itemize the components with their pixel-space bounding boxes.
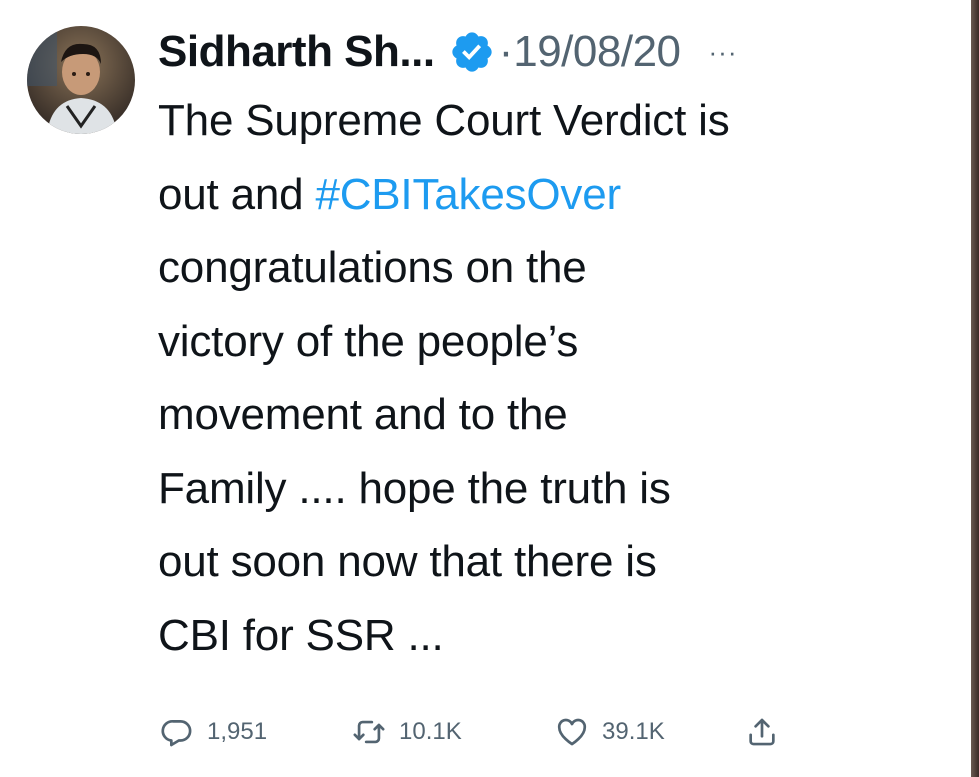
- retweet-count: 10.1K: [399, 718, 462, 745]
- photo-border: [971, 0, 979, 777]
- like-count: 39.1K: [602, 718, 665, 745]
- retweet-icon: [352, 715, 386, 749]
- like-icon: [555, 715, 589, 749]
- reply-icon: [160, 715, 194, 749]
- tweet-date[interactable]: 19/08/20: [513, 27, 681, 77]
- like-button[interactable]: 39.1K: [555, 712, 665, 752]
- more-options-icon[interactable]: ···: [709, 37, 738, 68]
- tweet-header: Sidharth Sh... · 19/08/20 ···: [158, 24, 738, 80]
- share-icon: [745, 715, 779, 749]
- verified-badge-icon: [449, 29, 495, 75]
- tweet-actions: 1,951 10.1K 39.1K: [0, 712, 979, 752]
- author-name[interactable]: Sidharth Sh...: [158, 27, 435, 77]
- share-button[interactable]: [745, 712, 779, 752]
- separator-dot: ·: [498, 27, 514, 76]
- tweet-text: The Supreme Court Verdict is out and #CB…: [158, 84, 948, 672]
- reply-button[interactable]: 1,951: [160, 712, 267, 752]
- avatar-image: [27, 26, 135, 134]
- hashtag-link[interactable]: #CBITakesOver: [315, 170, 621, 219]
- avatar[interactable]: [27, 26, 135, 134]
- reply-count: 1,951: [207, 718, 268, 745]
- tweet-card: Sidharth Sh... · 19/08/20 ··· The Suprem…: [0, 0, 979, 777]
- retweet-button[interactable]: 10.1K: [352, 712, 462, 752]
- tweet-text-part: congratulations on the victory of the pe…: [158, 243, 671, 660]
